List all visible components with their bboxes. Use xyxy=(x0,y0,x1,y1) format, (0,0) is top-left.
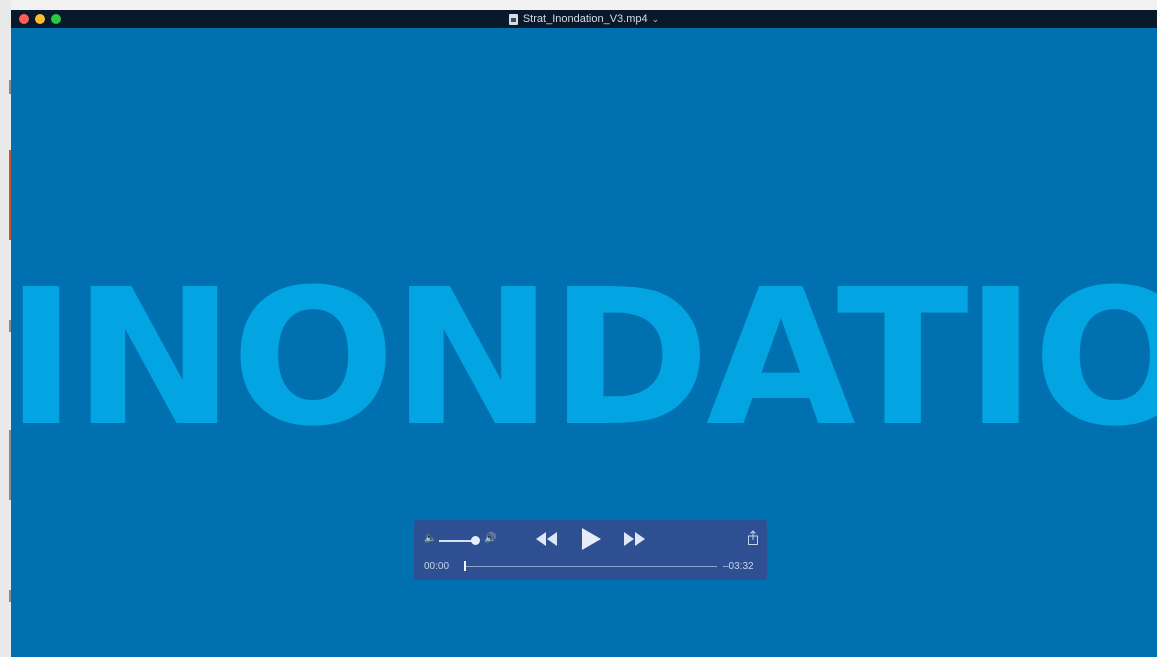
share-icon xyxy=(748,530,758,545)
share-button[interactable] xyxy=(747,530,759,546)
fast-forward-icon xyxy=(624,532,645,546)
current-time: 00:00 xyxy=(424,561,450,572)
quicktime-player-window: Strat_Inondation_V3.mp4 ⌄ INONDATION 🔈 🔊 xyxy=(11,10,1157,657)
play-icon xyxy=(582,528,601,550)
playback-controls: 🔈 🔊 00:00 –03:32 xyxy=(414,520,767,580)
playback-scrubber[interactable] xyxy=(464,566,717,567)
fast-forward-button[interactable] xyxy=(622,530,646,548)
remaining-time[interactable]: –03:32 xyxy=(723,561,754,572)
window-title: Strat_Inondation_V3.mp4 xyxy=(522,13,648,25)
speaker-low-icon[interactable]: 🔈 xyxy=(424,533,436,544)
video-frame-text: INONDATION xyxy=(11,249,1157,468)
video-file-icon xyxy=(508,13,518,25)
window-title-area[interactable]: Strat_Inondation_V3.mp4 ⌄ xyxy=(11,10,1157,28)
background-window-edge xyxy=(0,0,11,657)
video-frame[interactable]: INONDATION 🔈 🔊 xyxy=(11,28,1157,657)
volume-slider-knob[interactable] xyxy=(471,536,480,545)
rewind-button[interactable] xyxy=(535,530,559,548)
play-button[interactable] xyxy=(580,527,602,551)
volume-slider[interactable] xyxy=(439,540,475,542)
chevron-down-icon[interactable]: ⌄ xyxy=(652,14,660,25)
desktop: Strat_Inondation_V3.mp4 ⌄ INONDATION 🔈 🔊 xyxy=(0,0,1157,657)
playhead[interactable] xyxy=(464,561,466,571)
title-bar[interactable]: Strat_Inondation_V3.mp4 ⌄ xyxy=(11,10,1157,28)
rewind-icon xyxy=(536,532,557,546)
speaker-high-icon[interactable]: 🔊 xyxy=(484,533,496,544)
